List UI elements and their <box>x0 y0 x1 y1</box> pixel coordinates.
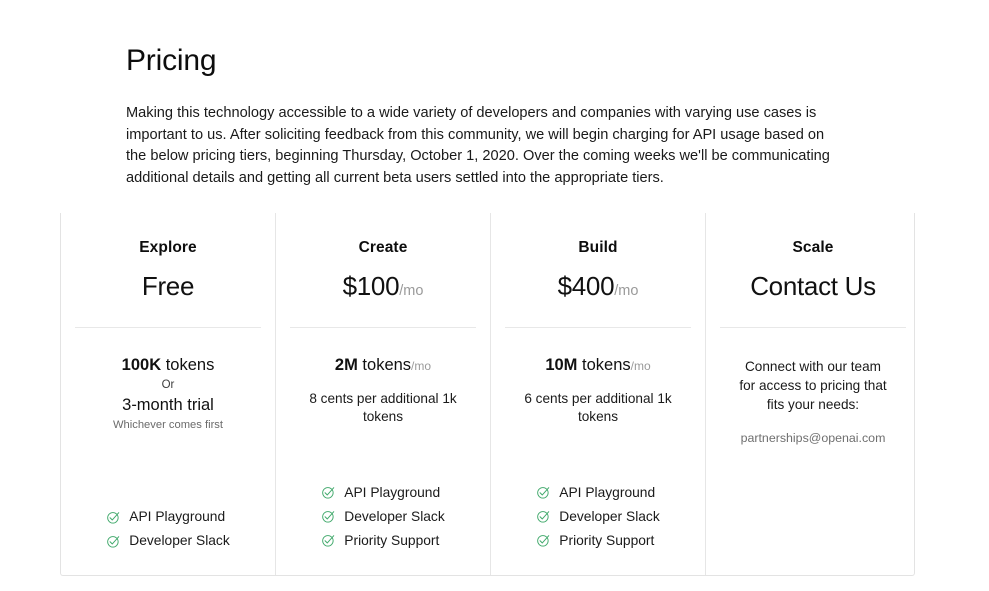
check-circle-icon <box>537 511 550 523</box>
tier-feature: Developer Slack <box>536 507 660 527</box>
tier-body: Connect with our team for access to pric… <box>720 355 906 446</box>
pricing-tier-build[interactable]: Build $400/mo 10M tokens/mo 6 cents per a… <box>491 213 706 575</box>
tier-price-amount: $400 <box>557 270 615 301</box>
tier-token-label: tokens <box>161 356 215 375</box>
tier-divider <box>505 327 691 329</box>
tier-token-label: tokens <box>577 356 631 375</box>
tier-note: Whichever comes first <box>112 419 224 432</box>
tier-body: 100K tokens Or 3-month trial Whichever come… <box>75 355 261 432</box>
check-circle-icon <box>107 511 120 523</box>
pricing-tier-create[interactable]: Create $100/mo 2M tokens/mo 8 cents per a… <box>276 213 491 575</box>
tier-feature-list: API Playground Developer Slack <box>106 507 230 551</box>
tier-feature: Priority Support <box>321 531 444 551</box>
tier-price: Free <box>141 270 195 302</box>
tier-feature: API Playground <box>106 507 229 527</box>
tier-price: $100/mo <box>342 270 424 302</box>
intro-section: Pricing Making this technology accessibl… <box>126 44 856 189</box>
check-circle-icon <box>107 535 120 547</box>
tier-token-allowance: 10M tokens/mo <box>505 355 691 376</box>
tier-token-amount: 100K <box>121 356 162 375</box>
pricing-page: Pricing Making this technology accessibl… <box>0 0 989 591</box>
check-circle-icon <box>537 535 550 547</box>
tier-contact-email[interactable]: partnerships@openai.com <box>720 430 906 446</box>
tier-name: Explore <box>139 239 197 256</box>
tier-body: 10M tokens/mo 6 cents per additional 1k t… <box>505 355 691 426</box>
tier-feature-label: Developer Slack <box>129 533 230 548</box>
tier-overage-rate: 6 cents per additional 1k tokens <box>524 391 672 425</box>
tier-overage-rate: 8 cents per additional 1k tokens <box>309 391 457 425</box>
tier-feature-label: Priority Support <box>344 532 440 548</box>
tier-feature: Priority Support <box>536 531 659 551</box>
pricing-tier-scale[interactable]: Scale Contact Us Connect with our team f… <box>706 213 920 575</box>
page-title: Pricing <box>126 44 217 77</box>
tier-feature-list: API Playground Developer Slack Priority Su… <box>536 483 660 551</box>
tier-token-amount: 2M <box>334 356 358 375</box>
tier-name: Create <box>358 239 408 256</box>
tier-token-allowance: 100K tokens <box>75 355 261 376</box>
pricing-tier-explore[interactable]: Explore Free 100K tokens Or 3-month trial W… <box>61 213 276 575</box>
tier-price-amount: Free <box>141 270 195 301</box>
tier-token-period: /mo <box>630 359 651 374</box>
tier-price-amount: $100 <box>342 270 400 301</box>
pricing-table: Explore Free 100K tokens Or 3-month trial W… <box>60 213 915 576</box>
check-circle-icon <box>537 487 550 499</box>
tier-or-separator: Or <box>161 379 175 392</box>
tier-feature-label: Priority Support <box>559 532 655 548</box>
tier-feature-list: API Playground Developer Slack Priority Su… <box>321 483 445 551</box>
tier-token-period: /mo <box>411 359 432 374</box>
tier-feature-label: API Playground <box>344 484 441 500</box>
pricing-tier-list: Explore Free 100K tokens Or 3-month trial W… <box>61 213 914 575</box>
tier-token-allowance: 2M tokens/mo <box>290 355 476 376</box>
tier-feature: API Playground <box>536 483 659 503</box>
tier-contact-text: Connect with our team for access to pric… <box>739 359 887 413</box>
tier-feature: API Playground <box>321 483 444 503</box>
tier-name: Build <box>578 239 618 256</box>
tier-feature-label: API Playground <box>559 484 656 500</box>
tier-feature-label: Developer Slack <box>559 508 660 524</box>
tier-trial: 3-month trial <box>122 395 214 414</box>
tier-price-amount: Contact Us <box>750 270 876 301</box>
tier-body: 2M tokens/mo 8 cents per additional 1k to… <box>290 355 476 426</box>
tier-divider <box>290 327 476 329</box>
tier-price-period: /mo <box>614 282 639 299</box>
tier-divider <box>720 327 906 329</box>
check-circle-icon <box>322 535 335 547</box>
check-circle-icon <box>322 487 335 499</box>
tier-feature-label: Developer Slack <box>344 508 445 524</box>
tier-name: Scale <box>792 239 834 256</box>
check-circle-icon <box>322 511 335 523</box>
tier-feature: Developer Slack <box>106 531 230 551</box>
tier-price: Contact Us <box>750 270 876 302</box>
tier-token-amount: 10M <box>545 356 578 375</box>
tier-price: $400/mo <box>557 270 639 302</box>
tier-feature-label: API Playground <box>129 509 226 524</box>
intro-paragraph: Making this technology accessible to a w… <box>126 105 830 186</box>
tier-feature: Developer Slack <box>321 507 445 527</box>
tier-divider <box>75 327 261 329</box>
tier-token-label: tokens <box>357 356 412 375</box>
tier-price-period: /mo <box>399 282 424 299</box>
